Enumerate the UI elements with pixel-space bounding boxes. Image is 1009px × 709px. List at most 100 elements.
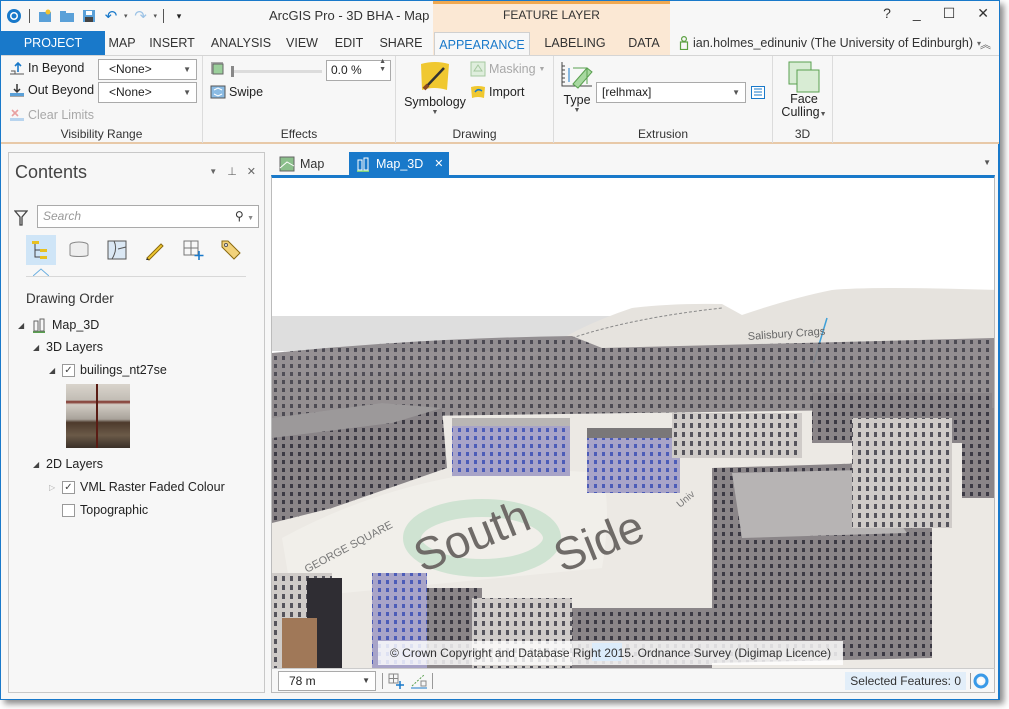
pane-controls: ▼ ⊥ ✕: [209, 165, 256, 178]
contents-view-tabs: [26, 235, 246, 265]
list-by-data-source-icon[interactable]: [64, 235, 94, 265]
vml-visibility-checkbox[interactable]: ✓: [62, 480, 75, 494]
close-tab-icon[interactable]: ✕: [434, 157, 443, 170]
transparency-input[interactable]: 0.0 % ▲ ▼: [326, 58, 391, 81]
quick-access-toolbar: ↶ ▾ ↷ ▾ ▾: [5, 6, 188, 26]
in-beyond-select[interactable]: <None> ▼: [98, 59, 197, 80]
tab-insert[interactable]: INSERT: [141, 31, 203, 55]
tab-view[interactable]: VIEW: [281, 31, 323, 55]
arcgis-logo-icon[interactable]: [5, 7, 23, 25]
topographic-visibility-checkbox[interactable]: [62, 503, 75, 517]
view-tabs: Map Map_3D ✕ ▼: [271, 152, 995, 176]
active-view-caret: [33, 268, 49, 276]
search-icon[interactable]: ⚲: [235, 209, 244, 223]
maximize-button[interactable]: ☐: [943, 5, 956, 22]
tree-item-3d-layers[interactable]: ◢ 3D Layers: [33, 340, 103, 354]
list-by-labeling-icon[interactable]: [216, 235, 246, 265]
spinner-icon[interactable]: ▲ ▼: [379, 58, 386, 74]
tab-analysis[interactable]: ANALYSIS: [205, 31, 277, 55]
extrusion-field-select[interactable]: [relhmax] ▼: [596, 82, 746, 103]
import-icon: [471, 86, 485, 98]
in-beyond-button[interactable]: In Beyond: [9, 60, 84, 76]
window-controls: ? _ ☐ ✕: [883, 5, 989, 22]
out-beyond-select[interactable]: <None> ▼: [98, 82, 197, 103]
contents-search-input[interactable]: Search ⚲ ▼: [37, 205, 259, 228]
collapse-icon[interactable]: ◢: [33, 460, 41, 469]
map-status-bar: 78 m ▼ Selected Features: 0: [271, 668, 995, 693]
tree-item-map[interactable]: ◢ Map_3D: [18, 317, 99, 333]
list-by-editing-icon[interactable]: [140, 235, 170, 265]
import-symbology-button[interactable]: Import: [470, 84, 524, 100]
selected-features-count[interactable]: Selected Features: 0: [845, 672, 966, 690]
pane-options-icon[interactable]: ▼: [209, 165, 217, 178]
tree-item-2d-layers[interactable]: ◢ 2D Layers: [33, 457, 103, 471]
new-project-icon[interactable]: [36, 7, 54, 25]
drawing-order-heading: Drawing Order: [26, 291, 114, 306]
tab-map[interactable]: MAP: [105, 31, 139, 55]
close-pane-icon[interactable]: ✕: [247, 165, 256, 178]
redo-dropdown-icon[interactable]: ▾: [154, 12, 158, 20]
tree-item-buildings-layer[interactable]: ◢ ✓ builings_nt27se: [49, 363, 167, 377]
buildings-symbol-thumbnail: [66, 384, 130, 448]
list-by-selection-icon[interactable]: [102, 235, 132, 265]
tab-appearance[interactable]: APPEARANCE: [434, 32, 530, 56]
tab-project[interactable]: PROJECT: [1, 31, 105, 55]
chevron-down-icon: ▼: [538, 65, 546, 73]
list-by-snapping-icon[interactable]: [178, 235, 208, 265]
masking-button[interactable]: Masking ▼: [470, 61, 545, 77]
transparency-slider-thumb[interactable]: [231, 66, 234, 77]
tab-edit[interactable]: EDIT: [327, 31, 371, 55]
filter-icon[interactable]: [14, 209, 28, 227]
tree-item-vml-raster-layer[interactable]: ▷ ✓ VML Raster Faded Colour: [49, 480, 225, 494]
search-options-icon[interactable]: ▼: [247, 215, 254, 222]
swipe-button[interactable]: Swipe: [210, 84, 263, 100]
pin-icon[interactable]: ⊥: [227, 165, 237, 178]
effects-label: Effects: [280, 127, 318, 141]
collapse-icon[interactable]: ◢: [49, 366, 57, 375]
tab-data[interactable]: DATA: [619, 31, 669, 55]
extrusion-type-button[interactable]: Type ▼: [560, 60, 594, 114]
swipe-icon: [210, 85, 226, 99]
chevron-down-icon: ▼: [819, 111, 827, 118]
tab-map-3d-view[interactable]: Map_3D ✕: [349, 152, 450, 175]
customize-qat-icon[interactable]: ▾: [170, 7, 188, 25]
3d-scene-view[interactable]: Salisbury Crags GEORGE SQUARE South Side…: [271, 175, 995, 668]
status-separator: [382, 673, 383, 689]
3d-scene-canvas[interactable]: Salisbury Crags GEORGE SQUARE South Side…: [272, 178, 995, 668]
undo-dropdown-icon[interactable]: ▾: [124, 12, 128, 20]
expand-icon[interactable]: ▷: [49, 483, 57, 492]
clear-limits-button[interactable]: Clear Limits: [9, 107, 94, 123]
view-tabs-menu-icon[interactable]: ▼: [983, 158, 991, 167]
user-account[interactable]: ian.holmes_edinuniv (The University of E…: [679, 36, 981, 50]
building-blue-2: [587, 433, 680, 493]
contents-title: Contents: [15, 162, 88, 182]
open-project-icon[interactable]: [58, 7, 76, 25]
user-label: ian.holmes_edinuniv (The University of E…: [693, 36, 974, 50]
redo-icon[interactable]: ↷: [132, 7, 150, 25]
close-button[interactable]: ✕: [977, 5, 989, 22]
save-project-icon[interactable]: [80, 7, 98, 25]
undo-icon[interactable]: ↶: [102, 7, 120, 25]
out-beyond-button[interactable]: Out Beyond: [9, 82, 94, 98]
face-culling-button[interactable]: Face Culling▼: [777, 60, 831, 121]
tab-map-view[interactable]: Map: [273, 152, 330, 175]
user-icon: [679, 36, 689, 50]
scale-input[interactable]: 78 m ▼: [278, 671, 376, 691]
expression-builder-icon[interactable]: [751, 86, 765, 99]
snapping-icon[interactable]: [410, 672, 428, 690]
help-button[interactable]: ?: [883, 5, 891, 22]
symbology-button[interactable]: Symbology ▼: [402, 60, 468, 116]
list-by-drawing-order-icon[interactable]: [26, 235, 56, 265]
refresh-icon[interactable]: [973, 673, 989, 689]
chevron-down-icon: ▼: [573, 107, 581, 114]
collapse-icon[interactable]: ◢: [33, 343, 41, 352]
add-to-grid-icon[interactable]: [387, 672, 405, 690]
collapse-ribbon-icon[interactable]: ︽: [980, 36, 991, 52]
buildings-visibility-checkbox[interactable]: ✓: [62, 363, 75, 377]
collapse-icon[interactable]: ◢: [18, 321, 26, 330]
tree-item-topographic-layer[interactable]: Topographic: [62, 503, 148, 517]
transparency-slider[interactable]: [231, 66, 322, 77]
tab-labeling[interactable]: LABELING: [537, 31, 613, 55]
tab-share[interactable]: SHARE: [373, 31, 429, 55]
minimize-button[interactable]: _: [913, 5, 921, 22]
